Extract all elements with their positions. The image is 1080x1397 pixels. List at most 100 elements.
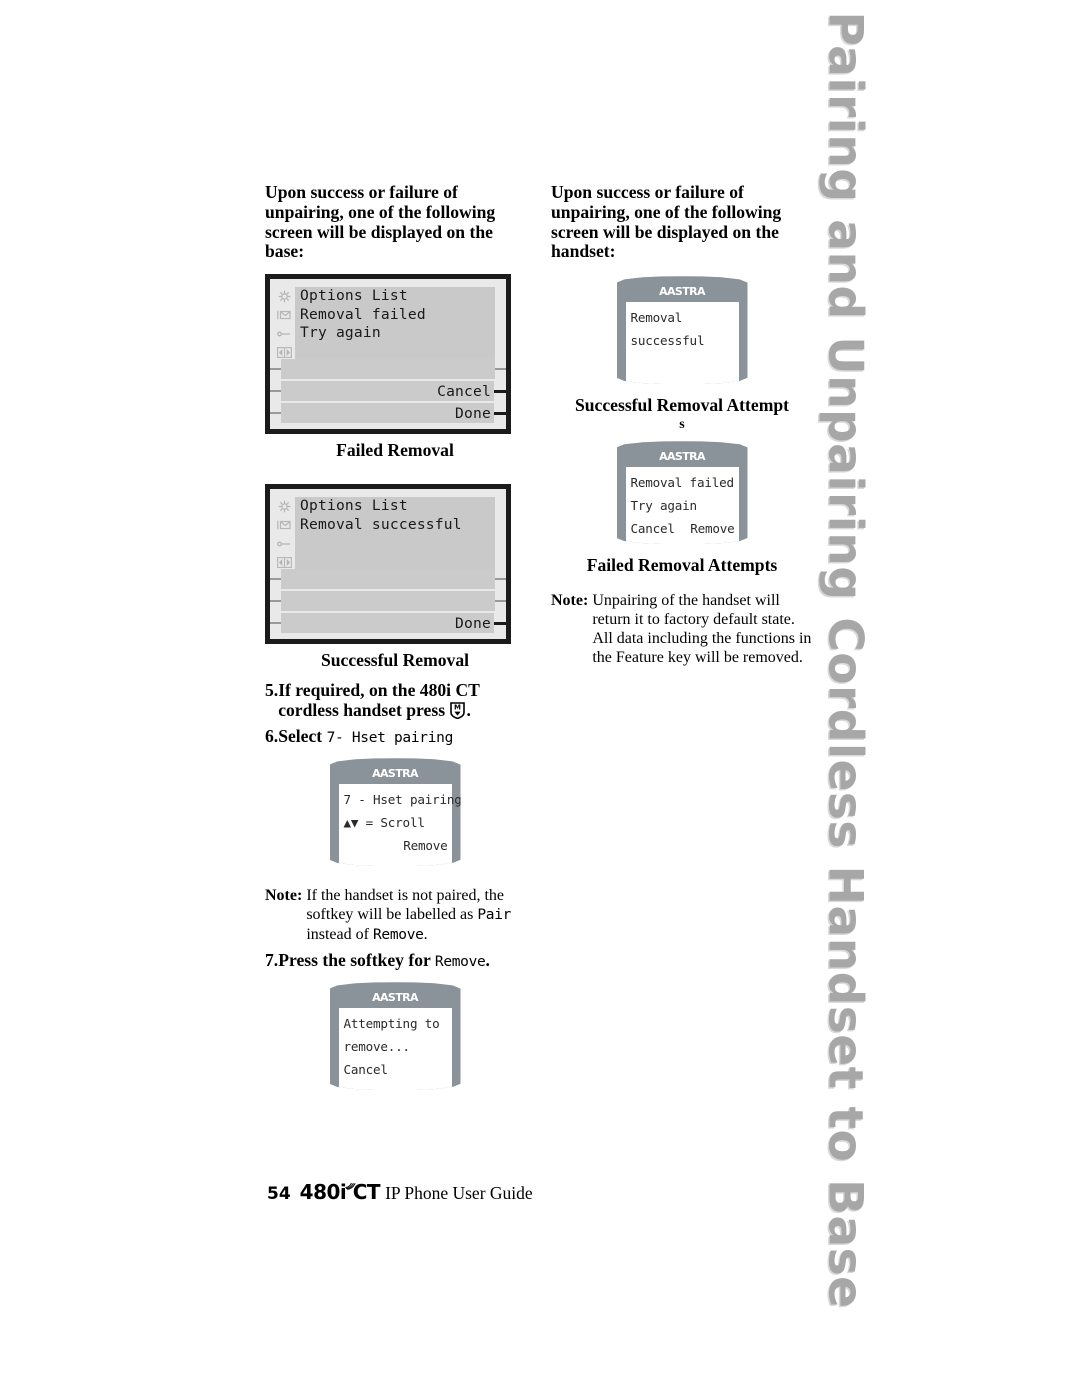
handset-lcd-line: Removal failed	[630, 475, 735, 491]
svg-text:M: M	[454, 704, 461, 712]
handset-figure-attempting-remove: AASTRA Attempting to remove... Cancel	[329, 982, 461, 1091]
figure-caption-overflow: s	[679, 417, 685, 433]
handset-figure-hset-pairing: AASTRA 7 - Hset pairing ▲▼ = Scroll Remo…	[329, 758, 462, 867]
chapter-side-tab-label: Pairing and Unpairing Cordless Handset t…	[817, 11, 873, 1309]
base-screen-softkeys: Done	[270, 569, 506, 635]
note-part-b: instead of	[306, 926, 373, 944]
lcd-line: Options List	[300, 287, 408, 305]
step-mono-value: Remove	[434, 954, 486, 971]
aastra-logo: AASTRA	[372, 991, 418, 1005]
softkey-row[interactable]	[270, 591, 506, 612]
softkey-row[interactable]: Done	[270, 613, 506, 634]
step-6: 6. Select 7- Hset pairing	[265, 726, 525, 748]
aastra-logo: AASTRA	[659, 450, 705, 464]
softkey-row[interactable]: Done	[270, 403, 506, 424]
left-intro-paragraph: Upon success or failure of unpairing, on…	[265, 182, 496, 262]
note-mono-pair: Pair	[477, 907, 512, 924]
handset-lcd: Removal successful	[625, 302, 739, 385]
softkey-tick-left	[270, 600, 281, 603]
options-icon	[274, 497, 294, 516]
envelope-icon	[274, 516, 294, 535]
handset-lcd-line: 7 - Hset pairing	[343, 792, 462, 808]
options-icon	[274, 287, 294, 306]
page-number: 54	[267, 1184, 291, 1204]
softkey-tick-left	[270, 622, 281, 625]
left-column: Upon success or failure of unpairing, on…	[265, 182, 525, 1101]
page-canvas: Pairing and Unpairing Cordless Handset t…	[0, 0, 1080, 1397]
figure-caption: Failed Removal Attempts	[586, 555, 778, 576]
note-unpairing-factory-reset: Note: Unpairing of the handset will retu…	[551, 591, 813, 667]
handset-softkey-label[interactable]: Cancel	[344, 1058, 448, 1081]
handset-softkey-row: Cancel Remove	[631, 517, 735, 540]
step-text-b: .	[466, 700, 471, 721]
handset-shell: AASTRA Removal failed Try again Cancel R…	[616, 441, 748, 545]
handset-lcd: 7 - Hset pairing ▲▼ = Scroll Remove	[338, 784, 462, 867]
softkey-row[interactable]	[270, 569, 506, 590]
softkey-row[interactable]	[270, 359, 506, 380]
handset-lcd-line: Attempting to	[343, 1016, 440, 1032]
line-key-icon	[274, 534, 294, 553]
step-text: Select 7- Hset pairing	[278, 726, 525, 748]
softkey-bar: Done	[281, 613, 494, 634]
handset-figure-removal-failed: AASTRA Removal failed Try again Cancel R…	[616, 441, 748, 545]
step-text: If required, on the 480i CT cordless han…	[278, 680, 525, 720]
step-7: 7. Press the softkey for Remove.	[265, 950, 525, 972]
envelope-icon	[274, 306, 294, 325]
softkey-tick-right	[495, 600, 506, 603]
softkey-tick-right	[494, 621, 506, 625]
softkey-label: Cancel	[437, 382, 491, 400]
step-number: 7.	[265, 950, 279, 971]
handset-softkey-label[interactable]: Remove	[344, 834, 447, 857]
right-column: Upon success or failure of unpairing, on…	[551, 182, 813, 667]
handset-figure-removal-successful: AASTRA Removal successful	[616, 276, 748, 385]
step-number: 6.	[265, 726, 279, 747]
step-tail: .	[485, 950, 490, 971]
guide-title: IP Phone User Guide	[385, 1183, 533, 1203]
handset-lcd-line: remove...	[343, 1039, 411, 1055]
line-key-icon	[274, 324, 294, 343]
step-text: Press the softkey for Remove.	[278, 950, 525, 972]
note-body: If the handset is not paired, the softke…	[306, 886, 525, 945]
handset-lcd-line: successful	[630, 333, 705, 349]
softkey-tick-right	[495, 578, 506, 581]
handset-lcd: Removal failed Try again Cancel Remove	[625, 467, 739, 545]
handset-lcd-line: ▲▼ = Scroll	[343, 815, 425, 831]
product-model: 480i CT	[299, 1180, 381, 1204]
step-mono-value: 7- Hset pairing	[326, 730, 454, 747]
softkey-bar	[281, 359, 495, 380]
softkey-tick-right	[495, 368, 506, 371]
product-model-label: 480i CT	[299, 1180, 381, 1204]
handset-softkey-remove[interactable]: Remove	[690, 517, 734, 540]
softkey-row[interactable]: Cancel	[270, 381, 506, 402]
softkey-tick-left	[270, 412, 281, 415]
softkey-label: Done	[455, 404, 491, 422]
base-screen-softkeys: Cancel Done	[270, 359, 506, 425]
softkey-bar	[281, 569, 495, 590]
softkey-tick-right	[494, 389, 506, 393]
softkey-tick-left	[270, 390, 281, 393]
handset-shell: AASTRA Attempting to remove... Cancel	[329, 982, 461, 1091]
handset-lcd-line: Try again	[630, 498, 698, 514]
figure-caption: Successful Removal	[320, 650, 470, 671]
handset-softkey-cancel[interactable]: Cancel	[631, 517, 675, 540]
lcd-line: Removal failed	[300, 305, 426, 323]
step-label: Press the softkey for	[278, 950, 435, 971]
handset-lcd-line: Removal	[630, 310, 683, 326]
note-label: Note:	[551, 592, 589, 610]
handset-shell: AASTRA Removal successful	[616, 276, 748, 385]
handset-lcd: Attempting to remove... Cancel	[338, 1008, 452, 1091]
note-part-a: If the handset is not paired, the softke…	[306, 887, 505, 924]
step-number: 5.	[265, 680, 279, 701]
lcd-line: Options List	[300, 497, 408, 515]
step-5: 5. If required, on the 480i CT cordless …	[265, 680, 525, 720]
aastra-logo: AASTRA	[659, 285, 705, 299]
softkey-tick-left	[270, 578, 281, 581]
lcd-line: Try again	[300, 324, 381, 342]
handset-lcd-line-blank	[631, 352, 735, 375]
wireless-icon	[345, 1171, 357, 1190]
softkey-bar: Cancel	[281, 381, 494, 402]
base-screen-failed-removal: Options List Removal failed Try again Ca…	[265, 274, 511, 435]
right-intro-paragraph: Upon success or failure of unpairing, on…	[551, 182, 782, 262]
aastra-logo: AASTRA	[372, 767, 418, 781]
note-mono-remove: Remove	[372, 927, 424, 944]
